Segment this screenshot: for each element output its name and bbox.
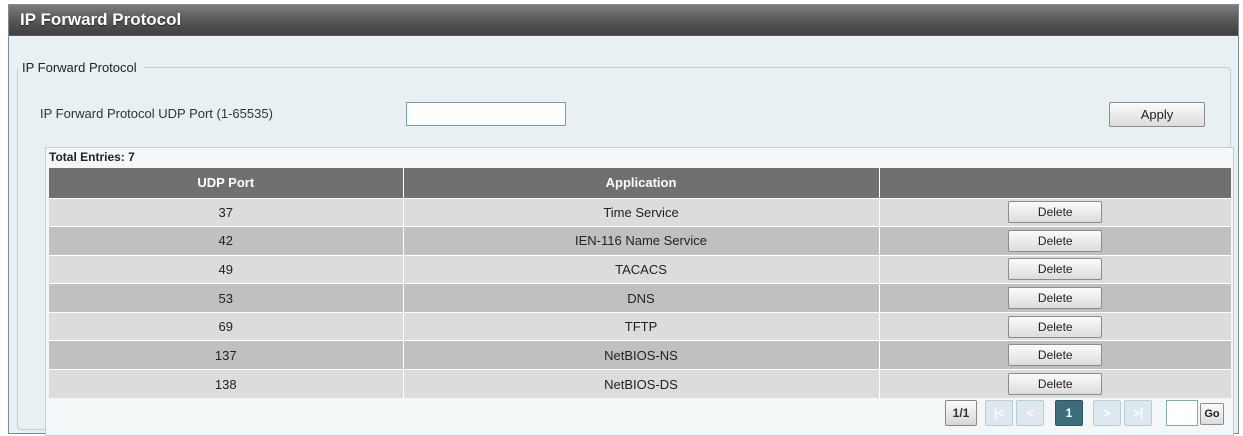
table-row: 49 TACACS Delete (49, 254, 1231, 284)
first-page-button[interactable]: |< (985, 400, 1013, 426)
apply-button[interactable]: Apply (1109, 102, 1205, 127)
section-legend: IP Forward Protocol (22, 60, 137, 75)
udp-port-input[interactable] (406, 102, 566, 126)
go-button[interactable]: Go (1200, 403, 1224, 425)
page-1-button[interactable]: 1 (1055, 400, 1083, 426)
table-header-row: UDP Port Application (49, 168, 1231, 198)
action-cell: Delete (879, 197, 1231, 227)
action-cell: Delete (879, 226, 1231, 256)
entries-panel: Total Entries: 7 UDP Port Application 37… (45, 147, 1234, 436)
action-cell: Delete (879, 254, 1231, 284)
udp-port-cell: 53 (49, 283, 404, 313)
udp-port-cell: 69 (49, 311, 404, 341)
udp-port-cell: 37 (49, 197, 404, 227)
table-row: 137 NetBIOS-NS Delete (49, 340, 1231, 370)
table-row: 37 Time Service Delete (49, 197, 1231, 227)
delete-button[interactable]: Delete (1008, 201, 1103, 224)
col-header-application: Application (403, 168, 880, 198)
udp-port-cell: 138 (49, 369, 404, 399)
col-header-udp-port: UDP Port (49, 168, 404, 198)
udp-port-cell: 49 (49, 254, 404, 284)
action-cell: Delete (879, 340, 1231, 370)
delete-button[interactable]: Delete (1008, 287, 1103, 310)
table-row: 69 TFTP Delete (49, 311, 1231, 341)
goto-page-input[interactable] (1166, 400, 1198, 426)
col-header-action (879, 168, 1231, 198)
application-cell: Time Service (403, 197, 880, 227)
total-entries-label: Total Entries: 7 (49, 150, 135, 164)
udp-port-label: IP Forward Protocol UDP Port (1-65535) (40, 106, 273, 121)
udp-port-cell: 42 (49, 226, 404, 256)
table-row: 42 IEN-116 Name Service Delete (49, 226, 1231, 256)
delete-button[interactable]: Delete (1008, 258, 1103, 281)
next-page-button[interactable]: > (1093, 400, 1121, 426)
application-cell: NetBIOS-NS (403, 340, 880, 370)
application-cell: TACACS (403, 254, 880, 284)
delete-button[interactable]: Delete (1008, 315, 1103, 338)
udp-port-table: UDP Port Application 37 Time Service Del… (49, 168, 1231, 399)
application-cell: DNS (403, 283, 880, 313)
page-title: IP Forward Protocol (9, 5, 1238, 36)
table-row: 53 DNS Delete (49, 283, 1231, 313)
last-page-button[interactable]: >| (1124, 400, 1152, 426)
delete-button[interactable]: Delete (1008, 344, 1103, 367)
action-cell: Delete (879, 311, 1231, 341)
action-cell: Delete (879, 369, 1231, 399)
application-cell: NetBIOS-DS (403, 369, 880, 399)
udp-port-cell: 137 (49, 340, 404, 370)
action-cell: Delete (879, 283, 1231, 313)
delete-button[interactable]: Delete (1008, 229, 1103, 252)
application-cell: TFTP (403, 311, 880, 341)
delete-button[interactable]: Delete (1008, 373, 1103, 396)
table-row: 138 NetBIOS-DS Delete (49, 369, 1231, 399)
application-cell: IEN-116 Name Service (403, 226, 880, 256)
page-info-badge: 1/1 (945, 400, 977, 426)
prev-page-button[interactable]: < (1016, 400, 1044, 426)
main-panel: IP Forward Protocol IP Forward Protocol … (8, 4, 1239, 436)
